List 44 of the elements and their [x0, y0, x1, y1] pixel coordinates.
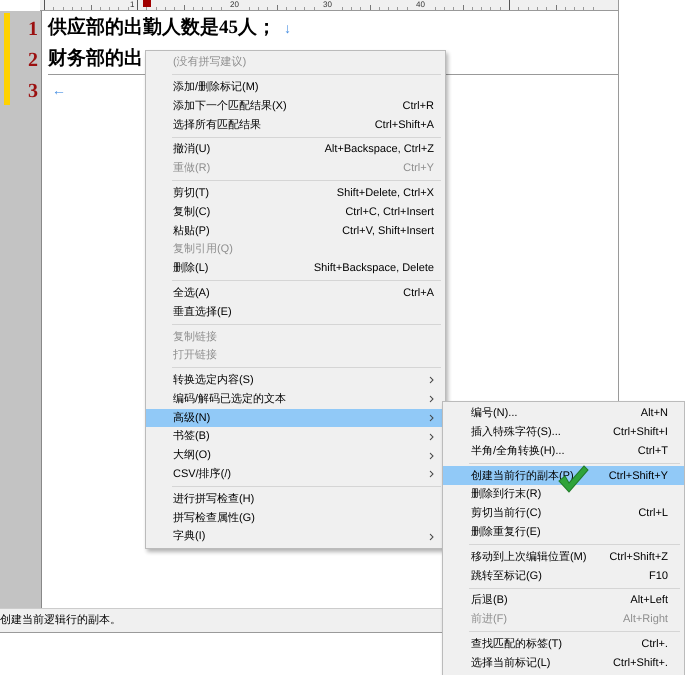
menu-item[interactable]: 选择所有匹配结果 Ctrl+Shift+A	[146, 115, 445, 134]
menu-item[interactable]: 编码/解码已选定的文本	[146, 390, 445, 409]
menu-item[interactable]: 移动到上次编辑位置(M) Ctrl+Shift+Z	[443, 548, 684, 566]
menu-item[interactable]: 撤消(U) Alt+Backspace, Ctrl+Z	[146, 140, 445, 159]
menu-item[interactable]: 转换选定内容(S)	[146, 370, 445, 390]
line-number: 3	[28, 78, 38, 104]
menu-item[interactable]: 添加/删除标记(M)	[146, 78, 445, 97]
status-text: 创建当前逻辑行的副本。	[0, 613, 121, 628]
menu-item[interactable]: 剪切(T) Shift+Delete, Ctrl+X	[146, 184, 445, 203]
menu-item[interactable]: 复制(C) Ctrl+C, Ctrl+Insert	[146, 202, 445, 222]
line-text: 财务部的出	[48, 46, 143, 71]
menu-item[interactable]: 垂直选择(E)	[146, 302, 445, 322]
menu-item[interactable]: 插入特殊字符(S)... Ctrl+Shift+I	[443, 422, 684, 442]
menu-item[interactable]: 字典(I)	[146, 527, 445, 546]
checkmark-icon	[557, 464, 589, 494]
menu-item[interactable]: 删除到行末(R)	[443, 485, 684, 504]
menu-item[interactable]: 进行拼写检查(H)	[146, 490, 445, 509]
line-number: 2	[28, 48, 38, 72]
menu-item[interactable]: 删除(L) Shift+Backspace, Delete	[146, 258, 445, 278]
menu-item[interactable]: 编号(N)... Alt+N	[443, 404, 684, 423]
line-end-mark: ↓	[284, 19, 291, 38]
menu-item[interactable]: CSV/排序(/)	[146, 464, 445, 484]
line-text: 供应部的出勤人数是45人；	[48, 16, 276, 40]
menu-item[interactable]: 跳转至标记(G) F10	[443, 566, 684, 586]
menu-item[interactable]: 剪切当前行(C) Ctrl+L	[443, 504, 684, 523]
menu-item[interactable]: 书签(B)	[146, 427, 445, 446]
menu-item[interactable]: 选择当前标记(L) Ctrl+Shift+.	[443, 654, 684, 672]
ruler-label: 40	[415, 0, 426, 10]
line-end-mark: ←	[52, 81, 66, 100]
menu-item[interactable]: 删除重复行(E)	[443, 522, 684, 542]
menu-item[interactable]: 半角/全角转换(H)... Ctrl+T	[443, 442, 684, 460]
menu-item[interactable]: 全选(A) Ctrl+A	[146, 284, 445, 303]
line-number: 1	[28, 16, 38, 42]
menu-item[interactable]: 拼写检查属性(G)	[146, 508, 445, 528]
menu-item[interactable]: 高级(N)	[146, 408, 445, 428]
ruler-label: 20	[229, 0, 240, 10]
ruler-label: 30	[322, 0, 333, 10]
menu-item[interactable]: 添加下一个匹配结果(X) Ctrl+R	[146, 96, 445, 116]
menu-item[interactable]: 查找匹配的标签(T) Ctrl+.	[443, 634, 684, 654]
menu-item[interactable]: 后退(B) Alt+Left	[443, 591, 684, 610]
menu-item[interactable]: 大纲(O)	[146, 446, 445, 465]
menu-item[interactable]: 粘贴(P) Ctrl+V, Shift+Insert	[146, 221, 445, 240]
ruler-label: 1	[129, 0, 136, 10]
cursor-marker	[143, 0, 151, 7]
